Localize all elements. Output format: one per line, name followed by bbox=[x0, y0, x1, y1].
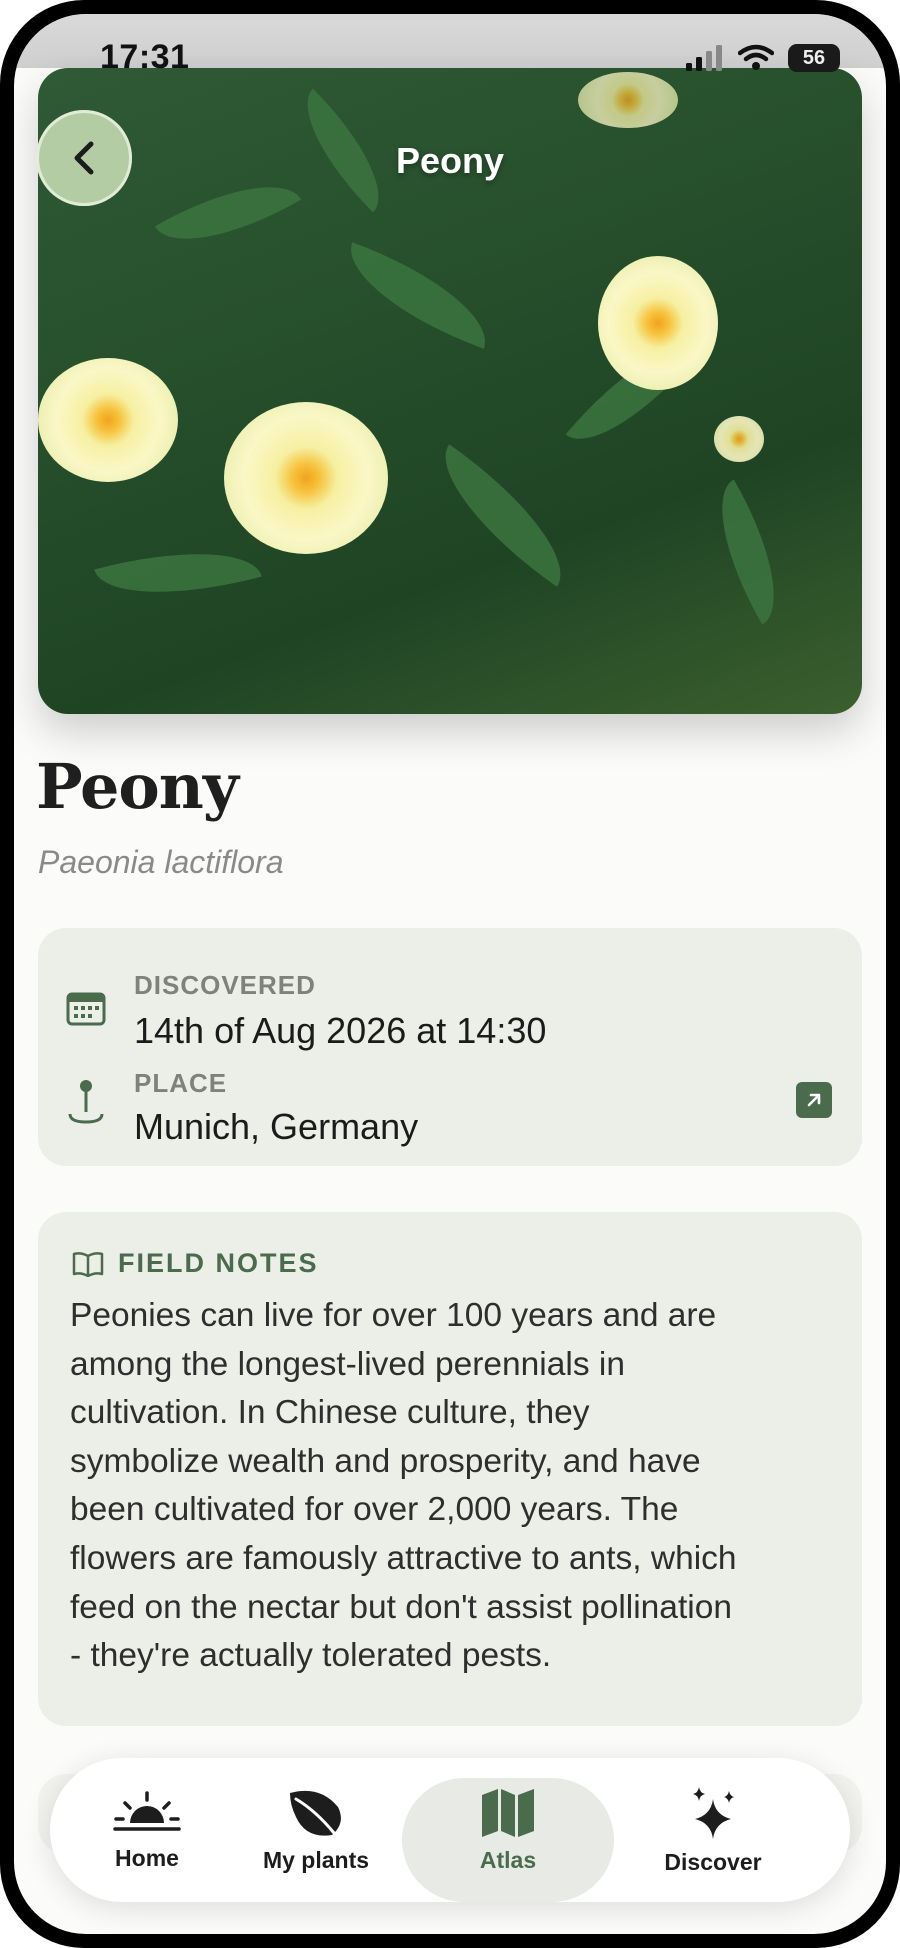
notes-line: symbolize wealth and prosperity, and hav… bbox=[70, 1442, 701, 1480]
field-notes-header: FIELD NOTES bbox=[72, 1248, 319, 1279]
discovered-label: DISCOVERED bbox=[134, 970, 316, 1000]
peony-flower bbox=[578, 72, 678, 128]
tab-home[interactable]: Home bbox=[82, 1758, 212, 1902]
device-frame: 17:31 56 Peony Peony Paeonia lactiflora … bbox=[0, 0, 900, 1948]
arrow-up-right-icon bbox=[807, 1093, 821, 1107]
map-icon bbox=[482, 1788, 534, 1837]
peony-bud bbox=[714, 416, 764, 462]
sparkles-icon bbox=[693, 1786, 734, 1839]
peony-flower bbox=[598, 256, 718, 390]
plant-name: Peony bbox=[36, 750, 239, 823]
notes-line: cultivation. In Chinese culture, they bbox=[70, 1394, 590, 1432]
tab-bar: Home My plants Atlas Discover bbox=[50, 1758, 850, 1902]
header-title: Peony bbox=[395, 140, 505, 181]
notes-line: flowers are famously attractive to ants,… bbox=[70, 1539, 737, 1577]
notes-line: feed on the nectar but don't assist poll… bbox=[70, 1588, 732, 1626]
book-icon bbox=[72, 1251, 104, 1277]
calendar-icon bbox=[66, 992, 106, 1026]
notes-line: been cultivated for over 2,000 years. Th… bbox=[70, 1491, 679, 1529]
location-pin-icon bbox=[68, 1080, 104, 1124]
tab-my-plants[interactable]: My plants bbox=[234, 1758, 398, 1902]
tab-atlas-label: Atlas bbox=[479, 1846, 537, 1873]
notes-line: - they're actually tolerated pests. bbox=[70, 1637, 552, 1675]
status-time: 17:31 bbox=[100, 38, 190, 76]
leaf-shape bbox=[417, 444, 589, 587]
status-icons: 56 bbox=[686, 44, 840, 72]
battery-indicator: 56 bbox=[788, 44, 840, 72]
field-notes-card: FIELD NOTES Peonies can live for over 10… bbox=[38, 1212, 862, 1726]
scientific-name: Paeonia lactiflora bbox=[38, 844, 284, 880]
tab-home-label: Home bbox=[115, 1844, 179, 1871]
open-map-button[interactable] bbox=[796, 1082, 832, 1118]
screen: 17:31 56 Peony Peony Paeonia lactiflora … bbox=[14, 14, 886, 1934]
tab-my-plants-label: My plants bbox=[262, 1846, 370, 1873]
peony-flower bbox=[224, 402, 388, 554]
tab-atlas[interactable]: Atlas bbox=[402, 1758, 614, 1902]
notes-line: among the longest-lived perennials in bbox=[70, 1345, 625, 1383]
leaf-shape bbox=[692, 479, 804, 625]
field-notes-title: FIELD NOTES bbox=[118, 1248, 319, 1278]
leaf-shape bbox=[333, 242, 503, 349]
cellular-signal-icon bbox=[686, 45, 722, 71]
discovered-date: 14th of Aug 2026 at 14:30 bbox=[134, 1010, 547, 1051]
tab-discover-label: Discover bbox=[664, 1848, 762, 1875]
leaf-shape bbox=[94, 528, 262, 618]
sunrise-icon bbox=[113, 1790, 181, 1831]
tab-discover[interactable]: Discover bbox=[628, 1758, 798, 1902]
wifi-icon bbox=[738, 44, 774, 70]
place-label: PLACE bbox=[134, 1068, 228, 1098]
field-notes-text: Peonies can live for over 100 years and … bbox=[70, 1292, 850, 1681]
details-card: DISCOVERED 14th of Aug 2026 at 14:30 PLA… bbox=[38, 928, 862, 1166]
leaf-icon bbox=[290, 1790, 341, 1836]
notes-line: Peonies can live for over 100 years and … bbox=[70, 1297, 717, 1334]
peony-flower bbox=[38, 358, 178, 482]
place-value: Munich, Germany bbox=[134, 1106, 419, 1147]
